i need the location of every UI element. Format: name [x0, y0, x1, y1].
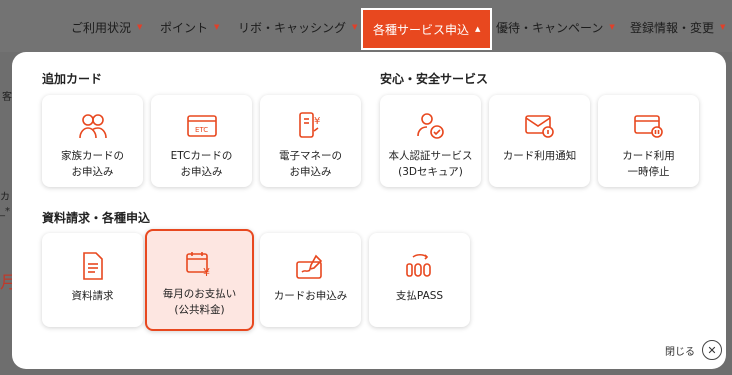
card-pay-pass[interactable]: 支払PASS [369, 233, 470, 327]
etc-card-icon: ETC [185, 111, 219, 141]
card-label-line: (公共料金) [174, 303, 225, 316]
card-label-line: お申込み [289, 165, 332, 178]
emoney-icon: ¥ [294, 111, 328, 141]
close-button[interactable]: 閉じる ✕ [665, 340, 722, 360]
card-label-line: (3Dセキュア) [398, 165, 463, 178]
close-label: 閉じる [665, 346, 695, 358]
card-usage-notice[interactable]: カード利用通知 [489, 95, 590, 187]
card-label: 資料請求 [72, 289, 114, 305]
chevron-down-icon: ▼ [137, 23, 143, 31]
nav-revolving[interactable]: リボ・キャッシング ▼ [238, 13, 357, 41]
global-nav: ご利用状況 ▼ ポイント ▼ リボ・キャッシング ▼ 各種サービス申込 ▲ 優待・キャン… [0, 0, 732, 52]
section-title-additional-card: 追加カード [42, 72, 103, 86]
nav-usage-label: ご利用状況 [71, 20, 132, 35]
nav-points[interactable]: ポイント ▼ [160, 13, 219, 41]
nav-services-label: 各種サービス申込 [373, 22, 470, 37]
calendar-yen-icon: ¥ [183, 249, 217, 279]
card-apply-icon [294, 251, 328, 281]
card-label-line: 支払PASS [395, 290, 444, 302]
nav-points-label: ポイント [160, 20, 209, 35]
card-label-line: 家族カードの [61, 150, 124, 162]
card-label-line: カード利用 [622, 150, 675, 162]
card-label-line: ETCカードの [170, 150, 233, 162]
nav-usage[interactable]: ご利用状況 ▼ [71, 13, 142, 41]
chevron-down-icon: ▼ [720, 23, 726, 31]
user-check-icon [414, 111, 448, 141]
card-family-card[interactable]: 家族カードの お申込み [42, 95, 143, 187]
card-label: カード利用 一時停止 [622, 149, 675, 181]
bg-peek-text: 客 [2, 92, 12, 103]
pay-pass-icon [403, 251, 437, 281]
card-3d-secure[interactable]: 本人認証サービス (3Dセキュア) [380, 95, 481, 187]
close-icon: ✕ [702, 340, 722, 360]
card-label-line: 電子マネーの [279, 150, 342, 162]
family-icon [76, 111, 110, 141]
card-document-request[interactable]: 資料請求 [42, 233, 143, 327]
card-label-line: お申込み [180, 165, 223, 178]
section-title-documents: 資料請求・各種申込 [42, 211, 151, 225]
document-icon [76, 251, 110, 281]
card-label-line: カードお申込み [273, 290, 348, 302]
svg-text:ETC: ETC [195, 126, 208, 134]
card-label-line: 本人認証サービス [388, 150, 473, 162]
card-label: ETCカードの お申込み [171, 149, 233, 181]
card-label: 毎月のお支払い (公共料金) [163, 287, 237, 319]
card-label-line: 一時停止 [627, 165, 670, 178]
mail-notice-icon [523, 111, 557, 141]
card-label-line: カード利用通知 [502, 150, 577, 162]
card-label: 家族カードの お申込み [61, 149, 124, 181]
chevron-down-icon: ▼ [609, 23, 615, 31]
chevron-down-icon: ▼ [352, 23, 358, 31]
card-label: カード利用通知 [503, 149, 577, 165]
card-label-line: 資料請求 [71, 290, 114, 302]
chevron-up-icon: ▲ [475, 25, 481, 33]
nav-services[interactable]: 各種サービス申込 ▲ [361, 8, 493, 50]
card-label: 本人認証サービス (3Dセキュア) [389, 149, 473, 181]
nav-campaign-label: 優待・キャンペーン [496, 20, 604, 35]
nav-revolving-label: リボ・キャッシング [238, 20, 347, 35]
card-pause-icon [632, 111, 666, 141]
bg-peek-text: カ [0, 192, 10, 203]
chevron-down-icon: ▼ [214, 23, 220, 31]
services-dropdown-panel: 追加カード 安心・安全サービス 資料請求・各種申込 家族カードの お申込み ETC… [12, 52, 726, 369]
bg-peek-text: _* [0, 206, 10, 217]
card-usage-pause[interactable]: カード利用 一時停止 [598, 95, 699, 187]
section-title-security: 安心・安全サービス [380, 72, 489, 86]
card-emoney[interactable]: ¥ 電子マネーの お申込み [260, 95, 361, 187]
nav-registration[interactable]: 登録情報・変更 ▼ [630, 13, 725, 41]
card-card-application[interactable]: カードお申込み [260, 233, 361, 327]
card-etc-card[interactable]: ETC ETCカードの お申込み [151, 95, 252, 187]
svg-text:¥: ¥ [203, 266, 210, 278]
card-label-line: お申込み [71, 165, 114, 178]
card-label: 支払PASS [396, 289, 443, 305]
nav-campaign[interactable]: 優待・キャンペーン ▼ [496, 13, 615, 41]
card-label: 電子マネーの お申込み [279, 149, 342, 181]
card-label: カードお申込み [274, 289, 348, 305]
card-label-line: 毎月のお支払い [162, 288, 237, 300]
nav-registration-label: 登録情報・変更 [630, 20, 715, 35]
card-monthly-payment[interactable]: ¥ 毎月のお支払い (公共料金) [145, 229, 254, 331]
svg-text:¥: ¥ [314, 116, 320, 127]
